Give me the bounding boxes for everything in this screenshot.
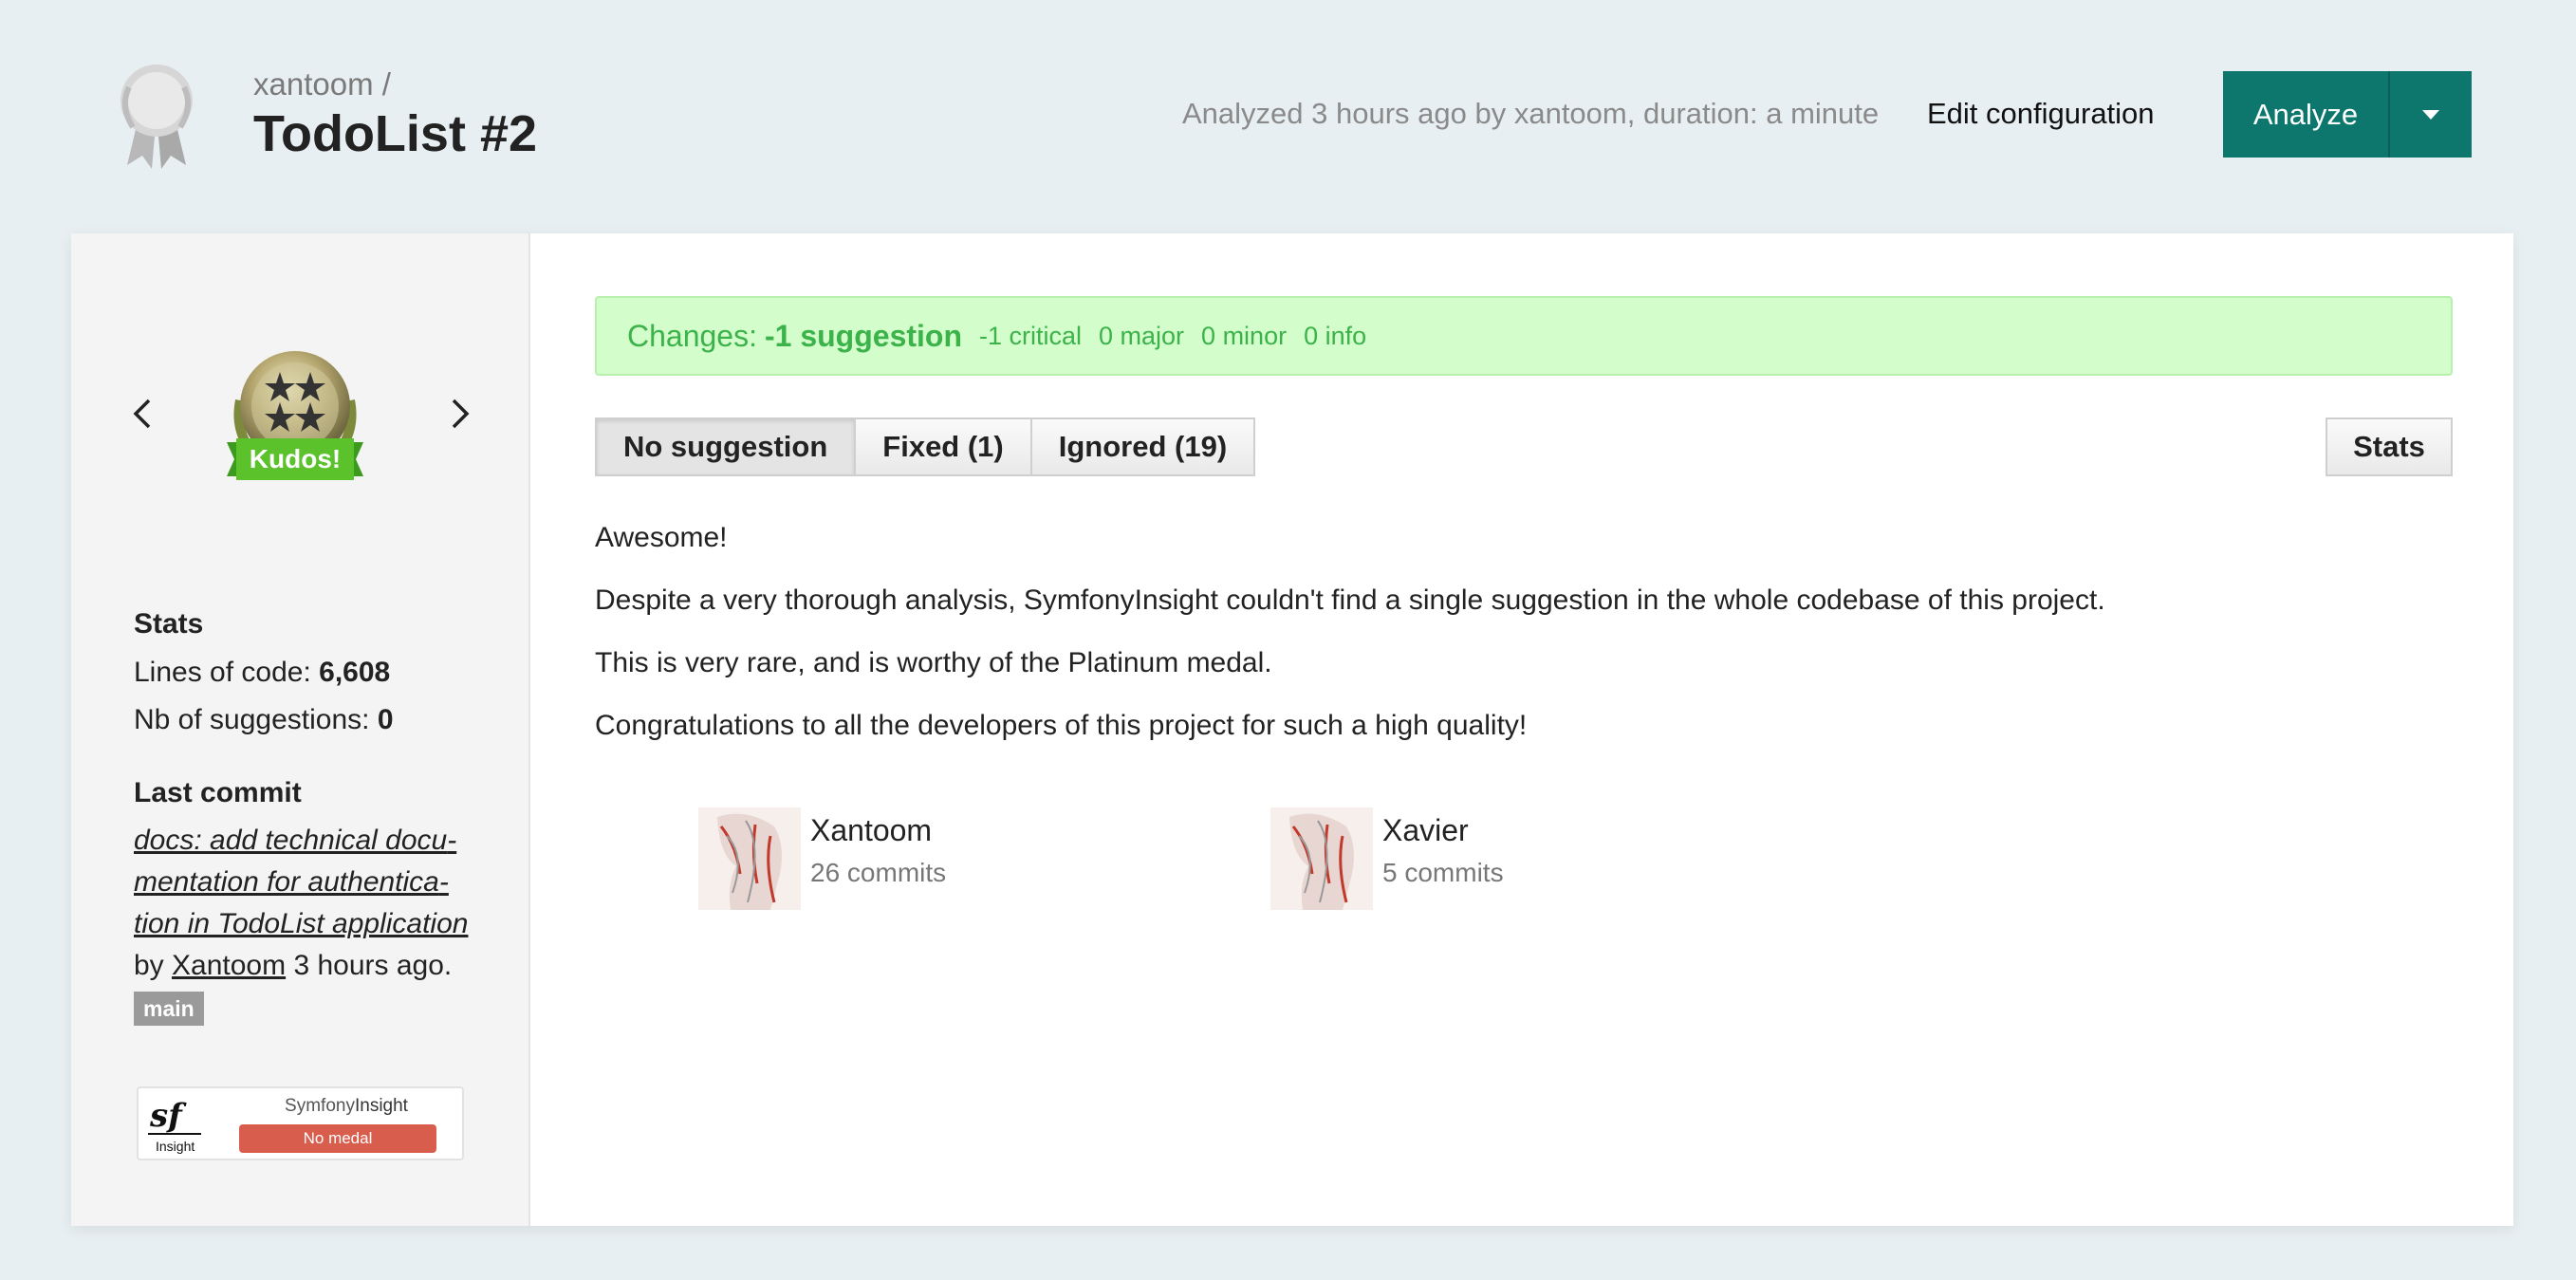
stats-heading: Stats xyxy=(134,608,204,640)
changes-summary-bar: Changes: -1 suggestion -1 critical 0 maj… xyxy=(595,296,2453,376)
analyze-button-group: Analyze xyxy=(2223,71,2472,158)
medal-status-pill: No medal xyxy=(239,1124,436,1153)
main-content: Changes: -1 suggestion -1 critical 0 maj… xyxy=(530,233,2513,1226)
tab-ignored[interactable]: Ignored (19) xyxy=(1029,417,1256,476)
stats-button[interactable]: Stats xyxy=(2326,417,2453,476)
lines-of-code-label: Lines of code: xyxy=(134,657,311,688)
commit-message-link[interactable]: docs: add technical docu­mentation for a… xyxy=(134,825,468,939)
contributor-name: Xavier xyxy=(1382,813,1469,847)
avatar xyxy=(698,807,801,910)
major-count: 0 major xyxy=(1099,321,1185,350)
changes-label: Changes: xyxy=(627,318,757,353)
critical-count: -1 critical xyxy=(979,321,1083,350)
chevron-right-icon[interactable] xyxy=(440,395,478,433)
result-headline: Awesome! xyxy=(595,522,728,553)
project-owner-link[interactable]: xantoom / xyxy=(253,66,391,102)
suggestions-value: 0 xyxy=(377,704,394,735)
contributor-commits: 26 commits xyxy=(810,858,947,887)
kudos-label: Kudos! xyxy=(250,444,341,473)
tab-fixed[interactable]: Fixed (1) xyxy=(854,417,1032,476)
commit-author-link[interactable]: Xantoom xyxy=(172,950,286,981)
contributor-commits: 5 commits xyxy=(1382,858,1504,887)
insight-brand-label: SymfonyInsight xyxy=(239,1096,454,1117)
suggestions-label: Nb of suggestions: xyxy=(134,704,370,735)
symfony-logo-icon: sf Insight xyxy=(148,1097,201,1154)
page-header: xantoom / TodoList #2 Analyzed 3 hours a… xyxy=(0,0,2576,233)
suggestions-stat: Nb of suggestions: 0 xyxy=(134,704,394,736)
commit-by-text: by xyxy=(134,950,164,981)
branch-badge: main xyxy=(134,992,204,1027)
chevron-left-icon[interactable] xyxy=(124,395,162,433)
minor-count: 0 minor xyxy=(1201,321,1288,350)
edit-configuration-link[interactable]: Edit configuration xyxy=(1927,97,2155,131)
last-commit-info: docs: add technical docu­mentation for a… xyxy=(134,820,485,1029)
platinum-medal-icon xyxy=(120,65,193,169)
kudos-medal-icon: Kudos! xyxy=(227,351,363,480)
info-count: 0 info xyxy=(1304,321,1367,350)
suggestion-tabs: No suggestion Fixed (1) Ignored (19) xyxy=(595,417,1256,476)
analyze-button[interactable]: Analyze xyxy=(2223,71,2390,158)
lines-of-code-value: 6,608 xyxy=(319,657,391,688)
caret-down-icon xyxy=(2422,109,2439,120)
result-description: Despite a very thorough analysis, Symfon… xyxy=(595,584,2105,616)
changes-value: -1 suggestion xyxy=(764,318,962,353)
result-medal-note: This is very rare, and is worthy of the … xyxy=(595,647,1272,678)
result-congratulations: Congratulations to all the developers of… xyxy=(595,710,1528,741)
analysis-status-text: Analyzed 3 hours ago by xantoom, duratio… xyxy=(1182,97,1880,130)
analyze-dropdown-toggle[interactable] xyxy=(2390,71,2472,158)
last-commit-heading: Last commit xyxy=(134,777,302,808)
sidebar: Kudos! Stats Lines of code: 6,608 Nb of … xyxy=(71,233,530,1226)
svg-text:sf: sf xyxy=(149,1097,187,1135)
symfony-insight-badge[interactable]: sf Insight SymfonyInsight No medal xyxy=(137,1086,464,1160)
tab-no-suggestion[interactable]: No suggestion xyxy=(595,417,857,476)
insight-brand-light: Symfony xyxy=(285,1096,355,1116)
analysis-card: Kudos! Stats Lines of code: 6,608 Nb of … xyxy=(71,233,2513,1226)
insight-brand-bold: Insight xyxy=(354,1096,408,1116)
lines-of-code-stat: Lines of code: 6,608 xyxy=(134,657,390,689)
avatar xyxy=(1270,807,1373,910)
commit-time-text: 3 hours ago. xyxy=(293,950,453,981)
page-title: TodoList #2 xyxy=(253,105,538,162)
contributor-name: Xantoom xyxy=(810,813,933,847)
sf-sublabel: Insight xyxy=(156,1139,195,1154)
